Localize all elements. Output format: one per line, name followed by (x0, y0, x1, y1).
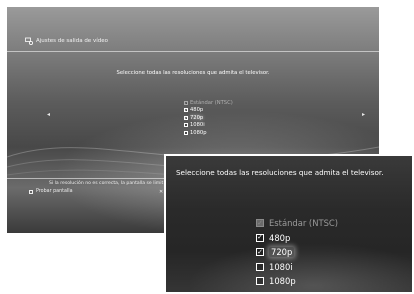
resolution-label: 480p (190, 107, 204, 114)
header-divider (7, 51, 379, 52)
resolution-label: 1080i (190, 122, 205, 129)
resolution-label: 1080p (269, 276, 296, 287)
resolution-note: Si la resolución no es correcta, la pant… (49, 181, 164, 186)
checkbox-unchecked-icon[interactable] (256, 262, 264, 271)
inset-option-720p[interactable]: ✓ 720p (256, 245, 338, 260)
resolution-label: 1080i (269, 261, 293, 272)
resolution-option-1080p[interactable]: 1080p (184, 129, 233, 137)
checkbox-checked-icon[interactable]: ✓ (256, 233, 264, 242)
resolution-list: ✓ Estándar (NTSC) ✓ 480p ✓ 720p 1080i 10… (184, 99, 233, 137)
test-screen-button[interactable]: Probar pantalla (29, 189, 73, 194)
display-settings-icon (25, 37, 33, 45)
test-screen-label: Probar pantalla (36, 189, 73, 194)
x-button-icon[interactable]: ✕ (159, 189, 163, 195)
inset-resolution-list: ✓ Estándar (NTSC) ✓ 480p ✓ 720p 1080i 10… (256, 216, 338, 289)
resolution-label: 480p (269, 232, 291, 243)
resolution-label: 720p (269, 247, 295, 258)
checkbox-checked-icon[interactable]: ✓ (184, 115, 188, 120)
inset-option-1080i[interactable]: 1080i (256, 260, 338, 275)
inset-option-1080p[interactable]: 1080p (256, 274, 338, 289)
checkbox-checked-icon[interactable]: ✓ (256, 248, 264, 257)
square-button-icon (29, 189, 33, 194)
resolution-option-480p[interactable]: ✓ 480p (184, 107, 233, 115)
right-arrow-icon[interactable]: ▸ (362, 111, 365, 118)
left-arrow-icon[interactable]: ◂ (47, 111, 50, 118)
checkbox-checked-icon: ✓ (256, 218, 264, 228)
checkbox-unchecked-icon[interactable] (256, 277, 264, 286)
resolution-label: Estándar (NTSC) (269, 218, 339, 229)
checkbox-unchecked-icon[interactable] (184, 123, 188, 128)
screen-header: Ajustes de salida de vídeo (25, 37, 108, 45)
zoomed-inset: Seleccione todas las resoluciones que ad… (164, 154, 414, 294)
resolution-label: Estándar (NTSC) (190, 99, 233, 106)
checkbox-checked-icon[interactable]: ✓ (184, 108, 188, 113)
inset-option-ntsc: ✓ Estándar (NTSC) (256, 216, 338, 231)
resolution-label: 720p (190, 114, 204, 121)
resolution-option-1080i[interactable]: 1080i (184, 122, 233, 130)
inset-prompt: Seleccione todas las resoluciones que ad… (176, 168, 384, 177)
inset-option-480p[interactable]: ✓ 480p (256, 231, 338, 246)
page-title: Ajustes de salida de vídeo (36, 38, 108, 44)
checkbox-checked-icon: ✓ (184, 99, 188, 105)
resolution-label: 1080p (190, 129, 207, 136)
resolution-option-ntsc: ✓ Estándar (NTSC) (184, 99, 233, 107)
checkbox-unchecked-icon[interactable] (184, 130, 188, 135)
resolution-prompt: Seleccione todas las resoluciones que ad… (116, 70, 270, 76)
resolution-option-720p[interactable]: ✓ 720p (184, 114, 233, 122)
